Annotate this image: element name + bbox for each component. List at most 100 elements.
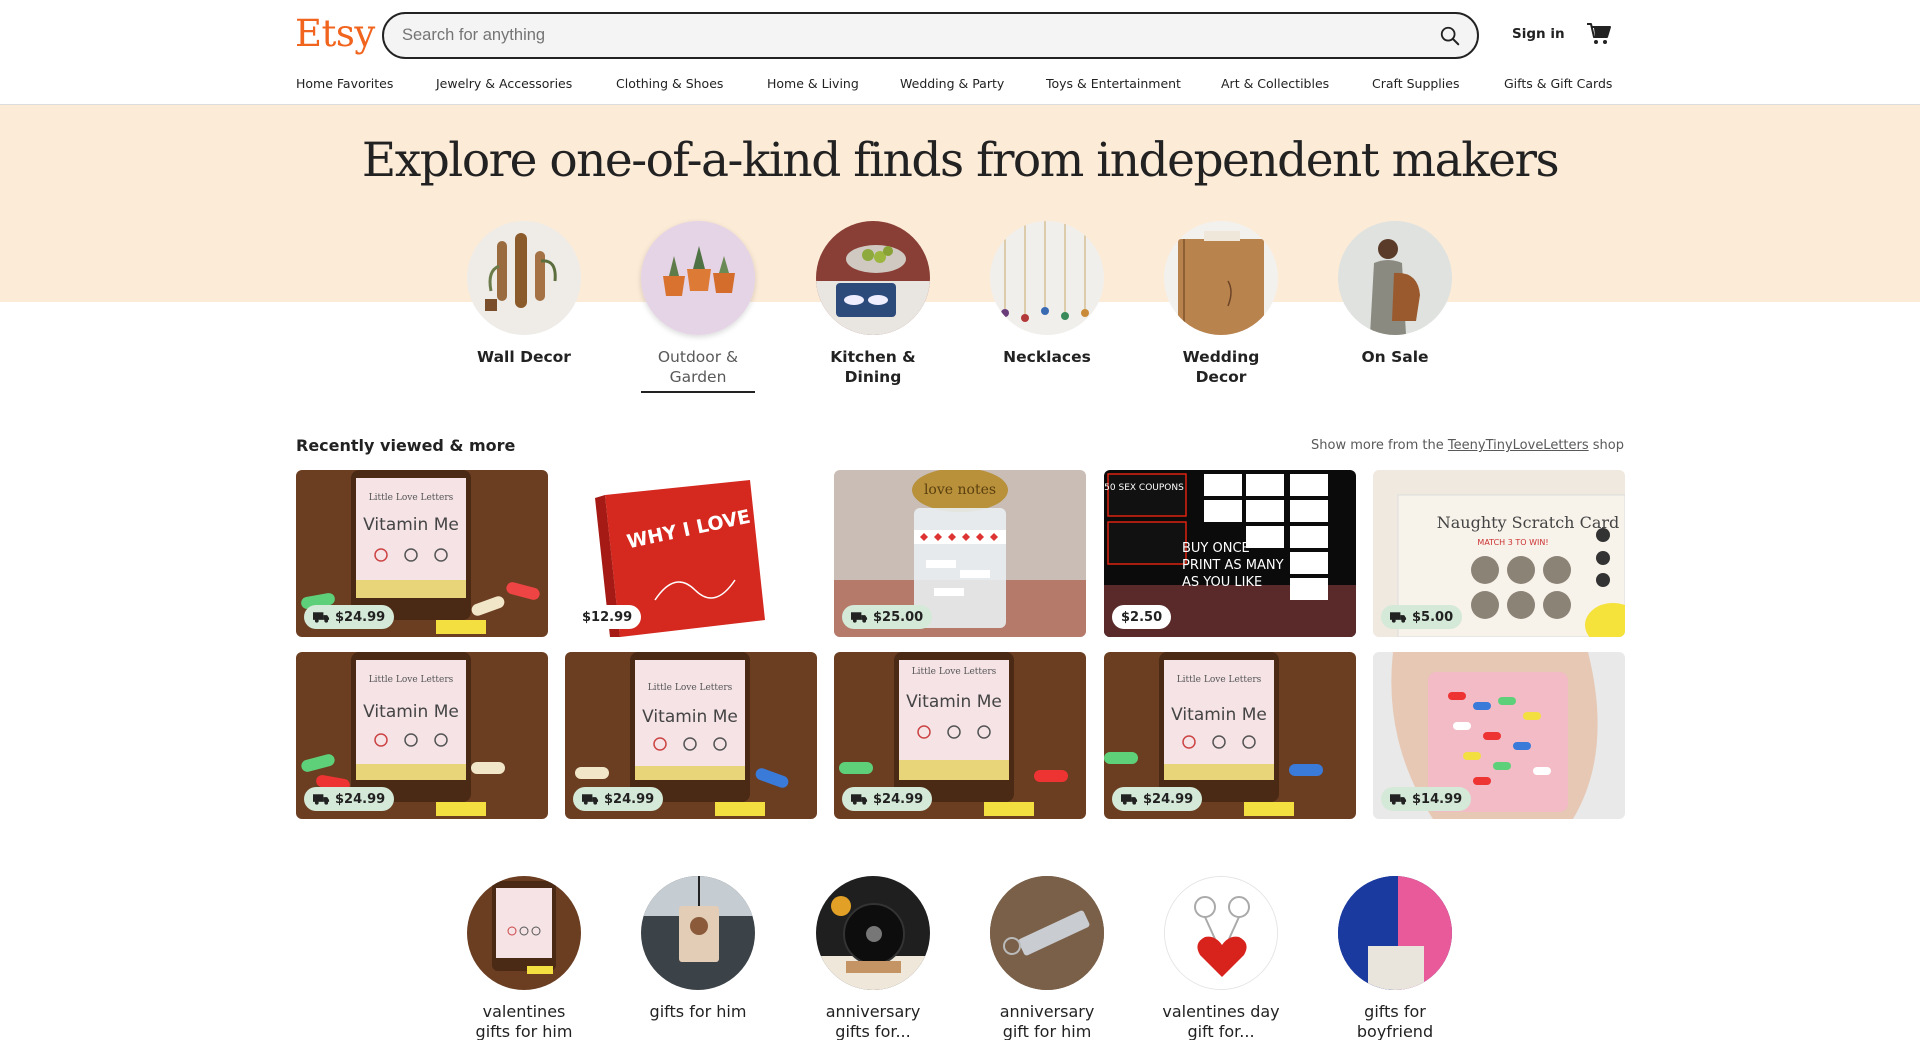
category-wedding-decor[interactable]: Wedding Decor: [1134, 221, 1308, 387]
svg-text:Little Love Letters: Little Love Letters: [369, 675, 454, 685]
svg-text:Little Love Letters: Little Love Letters: [912, 667, 997, 677]
gift-image: [1164, 876, 1278, 990]
gift-image: [467, 876, 581, 990]
category-on-sale[interactable]: On Sale: [1308, 221, 1482, 367]
etsy-logo[interactable]: Etsy: [295, 12, 375, 55]
category-label: Wall Decor: [477, 348, 571, 366]
recently-viewed-heading: Recently viewed & more: [296, 436, 516, 455]
show-more-text: Show more from the TeenyTinyLoveLetters …: [1311, 438, 1624, 453]
gift-search-anniversary-gifts[interactable]: anniversary gifts for...: [786, 876, 960, 1040]
search-input[interactable]: [402, 14, 1382, 57]
price-badge: $5.00: [1381, 605, 1463, 629]
price-badge: $24.99: [304, 605, 395, 629]
gift-image: [816, 876, 930, 990]
gift-label: anniversary gift for him: [999, 1002, 1095, 1040]
nav-item-craft-supplies[interactable]: Craft Supplies: [1372, 76, 1459, 91]
listing-card[interactable]: Little Love Letters Vitamin Me $24.99: [296, 470, 548, 637]
nav-item-clothing[interactable]: Clothing & Shoes: [616, 76, 723, 91]
price-badge: $12.99: [573, 605, 642, 629]
gift-search-gifts-for-him[interactable]: gifts for him: [611, 876, 785, 1022]
listing-card[interactable]: WHY I LOVE YOU $12.99: [565, 470, 817, 637]
svg-text:Little Love Letters: Little Love Letters: [369, 493, 454, 503]
listing-card[interactable]: Little Love Letters Vitamin Me $24.99: [1104, 652, 1356, 819]
listing-card[interactable]: Little Love Letters Vitamin Me $24.99: [296, 652, 548, 819]
truck-icon: [851, 612, 868, 623]
svg-text:50 SEX COUPONS: 50 SEX COUPONS: [1104, 483, 1184, 493]
listing-card[interactable]: Little Love Letters Vitamin Me $24.99: [834, 652, 1086, 819]
necklaces-image: [990, 221, 1104, 335]
nav-item-toys[interactable]: Toys & Entertainment: [1046, 76, 1181, 91]
listing-card[interactable]: 50 SEX COUPONS BUY ONCE PRINT AS MANY AS…: [1104, 470, 1356, 637]
price-badge: $24.99: [1112, 787, 1203, 811]
gift-search-gifts-boyfriend[interactable]: gifts for boyfriend: [1308, 876, 1482, 1040]
gift-search-anniversary-him[interactable]: anniversary gift for him: [960, 876, 1134, 1040]
hero-title: Explore one-of-a-kind finds from indepen…: [361, 133, 1560, 188]
category-label: Outdoor & Garden: [657, 348, 739, 386]
shop-link[interactable]: TeenyTinyLoveLetters: [1448, 438, 1589, 453]
gift-search-valentines-him[interactable]: valentines gifts for him: [437, 876, 611, 1040]
wall-decor-image: [467, 221, 581, 335]
svg-text:Vitamin Me: Vitamin Me: [363, 702, 459, 722]
price-badge: $24.99: [842, 787, 933, 811]
price-badge: $14.99: [1381, 787, 1472, 811]
gift-label: gifts for him: [649, 1002, 747, 1021]
gift-label: valentines gifts for him: [475, 1002, 573, 1040]
gift-image: [641, 876, 755, 990]
nav-item-wedding-party[interactable]: Wedding & Party: [900, 76, 1004, 91]
truck-icon: [1121, 794, 1138, 805]
truck-icon: [313, 794, 330, 805]
truck-icon: [1390, 612, 1407, 623]
site-header: Etsy Sign in Home Favorites Jewelry & Ac…: [0, 0, 1920, 105]
wedding-decor-image: [1164, 221, 1278, 335]
listing-card[interactable]: $14.99: [1373, 652, 1625, 819]
gift-search-valentines-day[interactable]: valentines day gift for...: [1134, 876, 1308, 1040]
category-outdoor-garden[interactable]: Outdoor & Garden: [611, 221, 785, 393]
sign-in-link[interactable]: Sign in: [1512, 26, 1565, 42]
gift-image: [1338, 876, 1452, 990]
nav-item-gifts[interactable]: Gifts & Gift Cards: [1504, 76, 1612, 91]
active-underline: [641, 391, 755, 393]
category-label: Necklaces: [1003, 348, 1091, 366]
price-badge: $24.99: [304, 787, 395, 811]
nav-item-jewelry[interactable]: Jewelry & Accessories: [436, 76, 572, 91]
gift-image: [990, 876, 1104, 990]
svg-text:Vitamin Me: Vitamin Me: [1171, 705, 1267, 725]
svg-text:MATCH 3 TO WIN!: MATCH 3 TO WIN!: [1477, 538, 1548, 547]
gift-label: anniversary gifts for...: [825, 1002, 921, 1040]
search-bar: [382, 12, 1479, 59]
svg-text:Vitamin Me: Vitamin Me: [906, 692, 1002, 712]
listing-card[interactable]: Little Love Letters Vitamin Me $24.99: [565, 652, 817, 819]
truck-icon: [582, 794, 599, 805]
search-button[interactable]: [1433, 19, 1467, 52]
price-badge: $2.50: [1112, 605, 1172, 629]
listing-card[interactable]: Naughty Scratch Card MATCH 3 TO WIN! $5.…: [1373, 470, 1625, 637]
category-necklaces[interactable]: Necklaces: [960, 221, 1134, 367]
svg-text:love notes: love notes: [924, 482, 996, 498]
search-icon: [1440, 26, 1460, 45]
truck-icon: [851, 794, 868, 805]
cart-button[interactable]: [1586, 22, 1612, 46]
outdoor-garden-image: [641, 221, 755, 335]
category-kitchen-dining[interactable]: Kitchen & Dining: [786, 221, 960, 387]
category-nav: Home Favorites Jewelry & Accessories Clo…: [0, 76, 1920, 98]
category-label: Kitchen & Dining: [830, 348, 916, 386]
gift-label: gifts for boyfriend: [1356, 1002, 1434, 1040]
category-wall-decor[interactable]: Wall Decor: [437, 221, 611, 367]
shopping-cart-icon: [1587, 23, 1611, 44]
svg-text:Naughty Scratch Card: Naughty Scratch Card: [1437, 513, 1620, 532]
category-label: Wedding Decor: [1182, 348, 1260, 386]
category-label: On Sale: [1361, 348, 1429, 366]
svg-text:Vitamin Me: Vitamin Me: [363, 515, 459, 535]
truck-icon: [1390, 794, 1407, 805]
price-badge: $24.99: [573, 787, 664, 811]
listing-card[interactable]: love notes $25.00: [834, 470, 1086, 637]
nav-item-home-favorites[interactable]: Home Favorites: [296, 76, 393, 91]
truck-icon: [313, 612, 330, 623]
svg-text:Little Love Letters: Little Love Letters: [648, 683, 733, 693]
svg-text:Vitamin Me: Vitamin Me: [642, 707, 738, 727]
svg-text:Little Love Letters: Little Love Letters: [1177, 675, 1262, 685]
gift-label: valentines day gift for...: [1162, 1002, 1280, 1040]
nav-item-home-living[interactable]: Home & Living: [767, 76, 859, 91]
nav-item-art[interactable]: Art & Collectibles: [1221, 76, 1329, 91]
on-sale-image: [1338, 221, 1452, 335]
